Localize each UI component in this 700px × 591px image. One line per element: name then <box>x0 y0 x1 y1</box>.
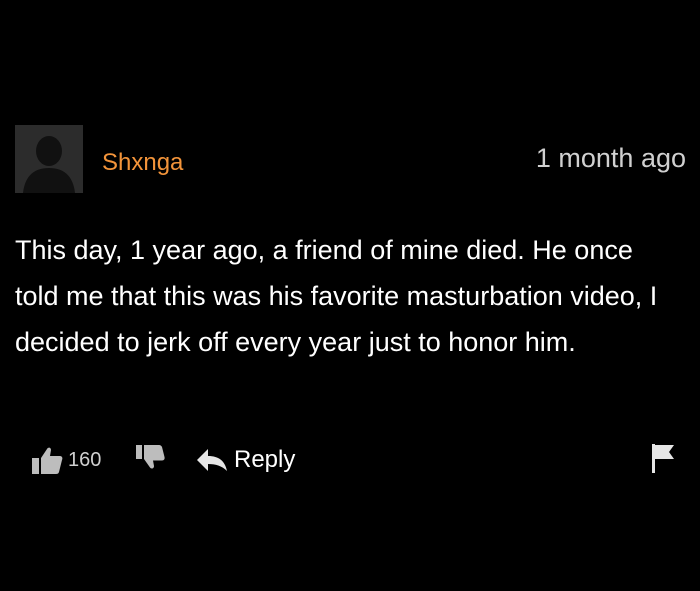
comment-text: This day, 1 year ago, a friend of mine d… <box>15 235 658 357</box>
comment-username[interactable]: Shxnga <box>102 148 183 178</box>
dislike-button[interactable] <box>134 444 166 477</box>
thumbs-up-icon <box>32 447 63 474</box>
comment-actions: 160 Reply <box>0 440 700 480</box>
reply-label: Reply <box>234 446 296 473</box>
like-count: 160 <box>68 448 102 471</box>
flag-icon <box>652 444 674 473</box>
like-button[interactable]: 160 <box>30 442 101 478</box>
avatar[interactable] <box>15 125 83 193</box>
reply-arrow-icon <box>197 449 227 471</box>
comment-card: Shxnga 1 month ago This day, 1 year ago,… <box>0 0 700 591</box>
thumbs-down-icon <box>136 445 165 469</box>
flag-button[interactable] <box>650 442 676 479</box>
comment-timestamp: 1 month ago <box>535 143 686 173</box>
default-user-silhouette-icon <box>15 125 83 193</box>
reply-button[interactable]: Reply <box>196 442 295 478</box>
